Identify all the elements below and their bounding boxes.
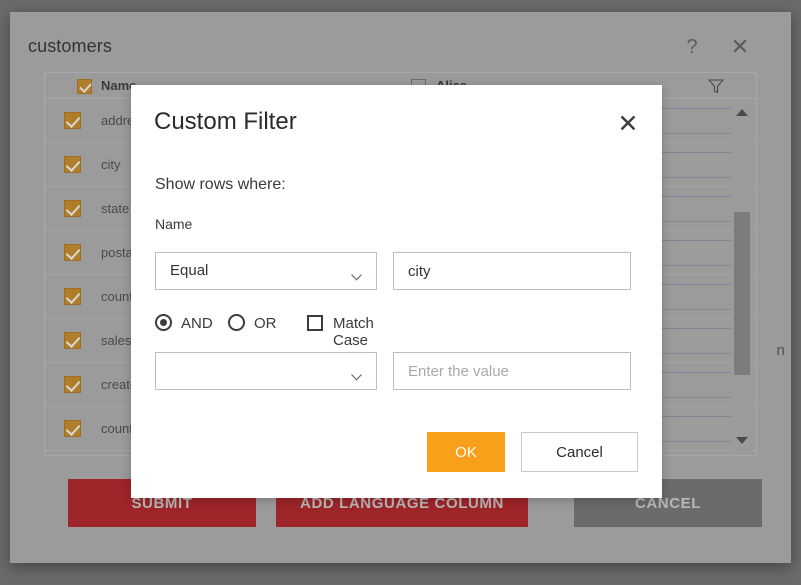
close-icon[interactable]: ✕ <box>727 34 753 60</box>
row-checkbox[interactable] <box>64 112 81 129</box>
show-rows-where-label: Show rows where: <box>155 176 286 193</box>
caret-up-icon[interactable] <box>735 106 749 120</box>
radio-and-label[interactable]: AND <box>181 315 213 332</box>
custom-filter-dialog: Custom Filter ✕ Show rows where: Name Eq… <box>131 85 662 498</box>
page-title: customers <box>28 36 112 56</box>
row-checkbox[interactable] <box>64 200 81 217</box>
chevron-down-glyph <box>351 374 362 381</box>
radio-or[interactable] <box>228 314 245 331</box>
panel-scrollbar[interactable] <box>731 100 753 454</box>
row-checkbox[interactable] <box>64 376 81 393</box>
row-checkbox[interactable] <box>64 288 81 305</box>
row-column-name: city <box>101 157 121 172</box>
caret-down-icon[interactable] <box>735 434 749 448</box>
close-icon[interactable]: ✕ <box>615 112 641 138</box>
question-mark-icon[interactable]: ? <box>679 34 705 60</box>
row-checkbox[interactable] <box>64 156 81 173</box>
match-case-checkbox[interactable] <box>307 315 323 331</box>
chevron-down-glyph <box>351 274 362 281</box>
row-checkbox[interactable] <box>64 244 81 261</box>
row-checkbox[interactable] <box>64 332 81 349</box>
filter-field-label: Name <box>155 216 193 232</box>
scrollbar-thumb[interactable] <box>734 212 750 375</box>
dialog-title: Custom Filter <box>154 108 297 135</box>
dialog-cancel-button[interactable]: Cancel <box>521 432 638 472</box>
header-checkbox-name[interactable] <box>77 79 92 94</box>
funnel-filter-glyph <box>707 79 725 94</box>
radio-or-label[interactable]: OR <box>254 315 277 332</box>
radio-and[interactable] <box>155 314 172 331</box>
row-checkbox[interactable] <box>64 420 81 437</box>
filter-value-input-1[interactable] <box>393 252 631 290</box>
filter-value-input-2[interactable] <box>393 352 631 390</box>
match-case-label[interactable]: Match Case <box>333 315 374 349</box>
chevron-down-icon <box>351 268 362 281</box>
ok-button[interactable]: OK <box>427 432 505 472</box>
funnel-filter-icon[interactable] <box>707 79 725 94</box>
operator-select-1[interactable]: Equal <box>155 252 377 290</box>
row-column-name: state <box>101 201 130 216</box>
operator-select-1-value: Equal <box>170 262 209 279</box>
chevron-down-icon <box>351 368 362 381</box>
window-titlebar: customers ? ✕ <box>10 12 791 62</box>
side-note-text: n <box>776 342 785 359</box>
operator-select-2[interactable] <box>155 352 377 390</box>
